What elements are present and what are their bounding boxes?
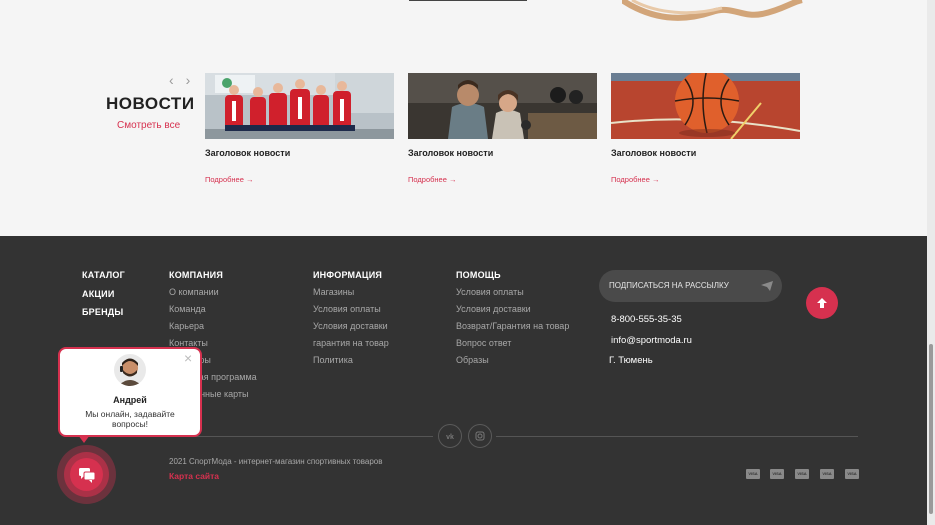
avatar bbox=[114, 354, 146, 386]
chat-popup-tail bbox=[78, 435, 90, 443]
news-heading: НОВОСТИ bbox=[106, 94, 195, 113]
visa-icon: VISA bbox=[820, 469, 834, 479]
news-more-link[interactable]: Подробнее → bbox=[408, 175, 456, 184]
visa-icon: VISA bbox=[770, 469, 784, 479]
footer-link[interactable]: Вопрос ответ bbox=[456, 338, 511, 348]
chat-message: Мы онлайн, задавайте вопросы! bbox=[85, 409, 175, 429]
footer-link[interactable]: Условия оплаты bbox=[313, 304, 381, 314]
news-image-gym[interactable] bbox=[408, 73, 597, 139]
news-more-link[interactable]: Подробнее → bbox=[205, 175, 253, 184]
footer-link[interactable]: Политика bbox=[313, 355, 353, 365]
footer-link[interactable]: Возврат/Гарантия на товар bbox=[456, 321, 569, 331]
see-all-link[interactable]: Смотреть все bbox=[117, 120, 180, 131]
news-carousel-arrows: ‹ › bbox=[169, 72, 194, 88]
footer-heading-information: ИНФОРМАЦИЯ bbox=[313, 270, 383, 280]
footer-link[interactable]: Образы bbox=[456, 355, 489, 365]
chat-agent-name: Андрей bbox=[113, 395, 147, 405]
footer-link[interactable]: Условия оплаты bbox=[456, 287, 524, 297]
next-arrow-button[interactable]: › bbox=[186, 72, 195, 88]
sitemap-link[interactable]: Карта сайта bbox=[169, 471, 219, 481]
footer-city: Г. Тюмень bbox=[609, 355, 653, 366]
footer-link[interactable]: Команда bbox=[169, 304, 206, 314]
visa-icon: VISA bbox=[746, 469, 760, 479]
scrollbar-thumb[interactable] bbox=[929, 344, 933, 514]
visa-icon: VISA bbox=[795, 469, 809, 479]
subscribe-label: ПОДПИСАТЬСЯ НА РАССЫЛКУ bbox=[609, 281, 729, 290]
footer-email[interactable]: info@sportmoda.ru bbox=[611, 335, 692, 346]
send-icon[interactable] bbox=[761, 281, 773, 291]
footer-link[interactable]: Магазины bbox=[313, 287, 354, 297]
chat-button[interactable] bbox=[70, 458, 103, 491]
footer-link[interactable]: Условия доставки bbox=[456, 304, 531, 314]
social-button-vk[interactable]: vk bbox=[438, 424, 462, 448]
footer-link-brands[interactable]: БРЕНДЫ bbox=[82, 307, 123, 317]
footer-heading-company: КОМПАНИЯ bbox=[169, 270, 223, 280]
footer-divider bbox=[169, 436, 433, 437]
news-card-title[interactable]: Заголовок новости bbox=[408, 148, 493, 158]
footer-link[interactable]: гарантия на товар bbox=[313, 338, 389, 348]
decorative-ribbon bbox=[622, 0, 803, 21]
news-image-basketball[interactable] bbox=[611, 73, 800, 139]
banner-underline bbox=[409, 0, 527, 1]
close-icon[interactable]: × bbox=[184, 351, 192, 365]
instagram-icon bbox=[475, 431, 485, 441]
arrow-up-icon bbox=[817, 298, 827, 308]
footer-link-catalog[interactable]: КАТАЛОГ bbox=[82, 270, 125, 280]
footer-heading-help: ПОМОЩЬ bbox=[456, 270, 501, 280]
news-image-athletes[interactable] bbox=[205, 73, 394, 139]
visa-icon: VISA bbox=[845, 469, 859, 479]
footer-link[interactable]: Условия доставки bbox=[313, 321, 388, 331]
footer-divider bbox=[496, 436, 858, 437]
scroll-to-top-button[interactable] bbox=[806, 287, 838, 319]
news-more-link[interactable]: Подробнее → bbox=[611, 175, 659, 184]
svg-text:vk: vk bbox=[446, 434, 454, 441]
footer-phone[interactable]: 8-800-555-35-35 bbox=[611, 314, 682, 325]
vk-icon: vk bbox=[446, 434, 454, 441]
chat-bubbles-icon bbox=[79, 468, 96, 483]
footer-link[interactable]: Карьера bbox=[169, 321, 204, 331]
footer-link-promotions[interactable]: АКЦИИ bbox=[82, 289, 115, 299]
footer-link[interactable]: О компании bbox=[169, 287, 219, 297]
news-card-title[interactable]: Заголовок новости bbox=[205, 148, 290, 158]
social-button-instagram[interactable] bbox=[468, 424, 492, 448]
news-card-title[interactable]: Заголовок новости bbox=[611, 148, 696, 158]
prev-arrow-button[interactable]: ‹ bbox=[169, 72, 178, 88]
copyright-text: 2021 СпортМода - интернет-магазин спорти… bbox=[169, 457, 383, 466]
